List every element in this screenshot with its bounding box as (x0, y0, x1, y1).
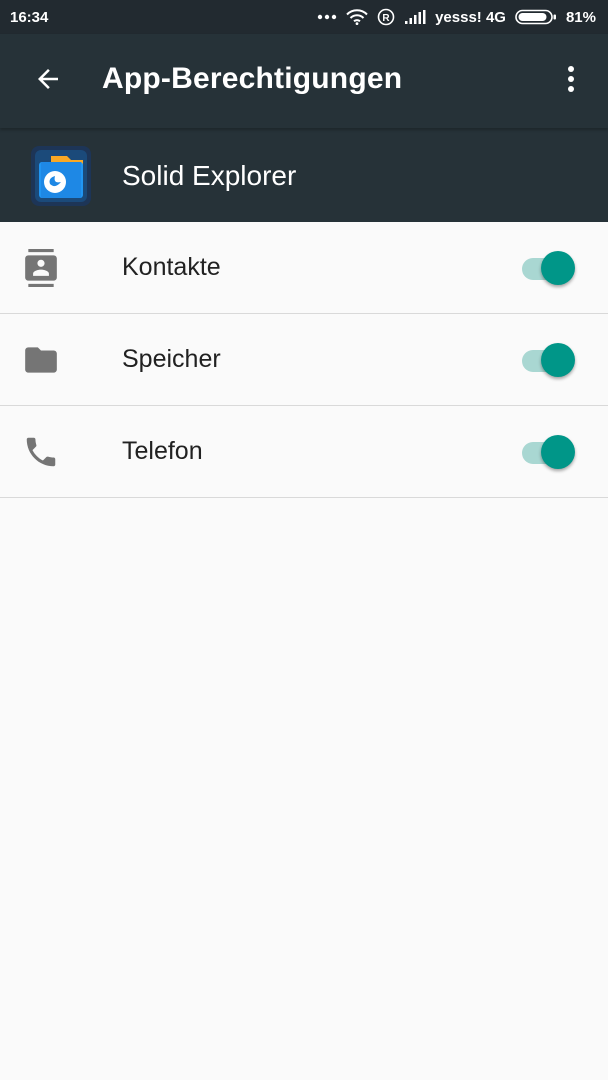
permission-label: Telefon (122, 437, 203, 465)
toggle-thumb (541, 251, 575, 285)
permission-row-storage[interactable]: Speicher (0, 314, 608, 406)
permission-row-contacts[interactable]: Kontakte (0, 222, 608, 314)
roaming-r-icon: R (377, 8, 395, 26)
toggle-contacts[interactable] (518, 248, 580, 288)
wifi-icon (346, 9, 368, 25)
solid-explorer-app-icon (31, 146, 91, 206)
phone-icon (22, 433, 60, 471)
folder-icon (22, 341, 60, 379)
contacts-icon (22, 249, 60, 287)
back-button[interactable] (24, 57, 72, 105)
status-bar: 16:34 R yesss! 4G 81% (0, 0, 608, 34)
toggle-thumb (541, 343, 575, 377)
permission-row-phone[interactable]: Telefon (0, 406, 608, 498)
carrier-label: yesss! 4G (435, 8, 506, 26)
app-bar: App-Berechtigungen (0, 34, 608, 128)
toggle-phone[interactable] (518, 432, 580, 472)
battery-icon (515, 9, 557, 25)
app-name: Solid Explorer (122, 160, 297, 191)
permissions-list: Kontakte Speicher Telefon (0, 222, 608, 498)
signal-icon (404, 10, 426, 24)
more-vert-icon (567, 65, 575, 98)
permission-label: Kontakte (122, 253, 221, 281)
battery-percent: 81% (565, 8, 596, 26)
status-time: 16:34 (10, 8, 49, 26)
more-options-button[interactable] (552, 57, 590, 105)
status-icons: R yesss! 4G 81% (317, 8, 596, 26)
toggle-thumb (541, 435, 575, 469)
svg-text:R: R (382, 13, 390, 24)
arrow-back-icon (33, 64, 63, 99)
permission-label: Speicher (122, 345, 221, 373)
more-dots-icon (317, 14, 337, 20)
toggle-storage[interactable] (518, 340, 580, 380)
app-header: Solid Explorer (0, 128, 608, 222)
page-title: App-Berechtigungen (102, 62, 403, 95)
